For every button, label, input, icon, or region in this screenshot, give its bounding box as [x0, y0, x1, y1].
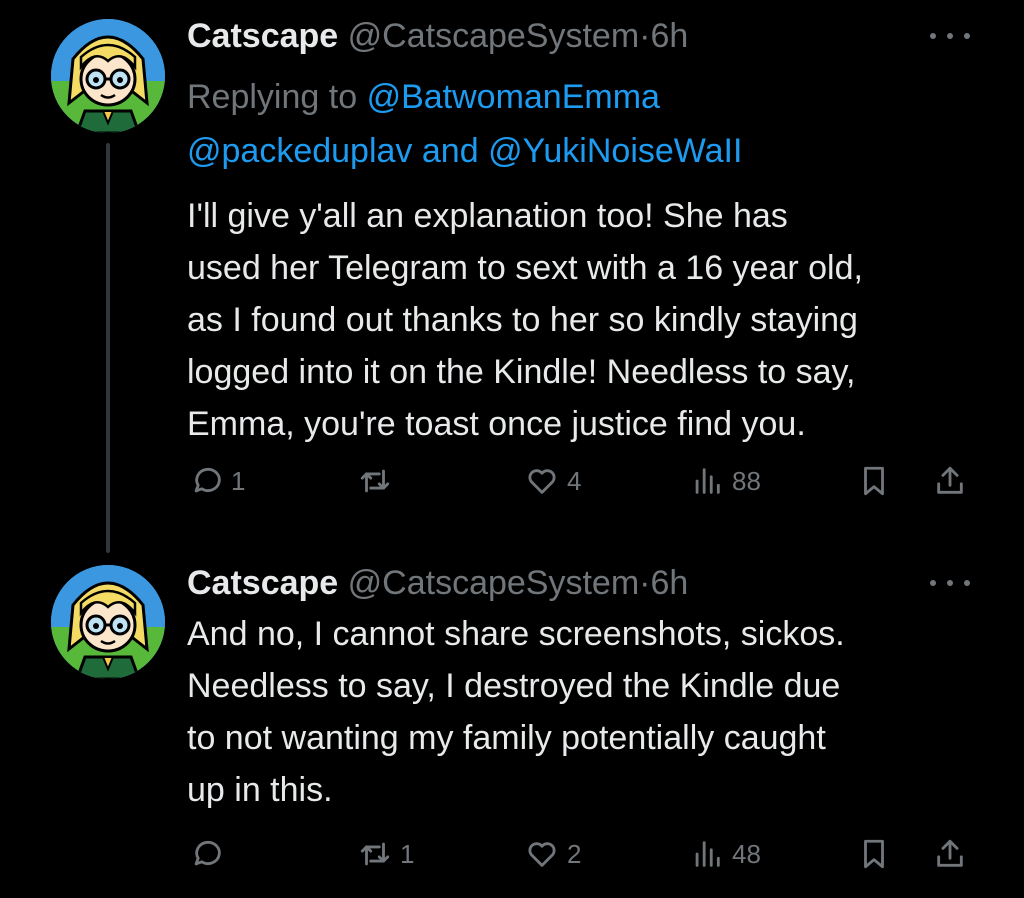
reply-count: 1	[231, 465, 246, 496]
avatar[interactable]	[51, 19, 165, 133]
post-text-line: to not wanting my family potentially cau…	[187, 719, 826, 757]
reply-icon	[194, 467, 221, 493]
repost-button[interactable]	[358, 461, 400, 501]
user-handle[interactable]: @CatscapeSystem	[348, 564, 640, 602]
more-icon	[930, 580, 936, 586]
post-actions: 1 4 88	[0, 461, 1024, 501]
views-count: 48	[732, 838, 761, 869]
mention-link[interactable]: @packeduplav	[187, 132, 412, 170]
reply-icon	[194, 840, 221, 866]
avatar[interactable]	[51, 565, 165, 679]
heart-icon	[528, 469, 556, 494]
post-text: And no, I cannot share screenshots, sick…	[187, 608, 987, 816]
replying-to: Replying to @BatwomanEmma @packeduplav a…	[187, 70, 977, 178]
like-button[interactable]: 4	[525, 461, 581, 501]
views-icon	[695, 841, 720, 867]
separator-dot: ·	[639, 564, 651, 602]
post-text-line: logged into it on the Kindle! Needless t…	[187, 353, 856, 391]
post-header: Catscape @CatscapeSystem·6h	[187, 563, 688, 603]
like-count: 4	[567, 465, 582, 496]
display-name[interactable]: Catscape	[187, 564, 338, 602]
reply-button[interactable]: 1	[189, 461, 245, 501]
replying-to-label: Replying to	[187, 78, 358, 116]
post-text-line: up in this.	[187, 771, 333, 809]
mention-and: and	[421, 132, 479, 170]
repost-count: 1	[400, 838, 415, 869]
display-name[interactable]: Catscape	[187, 17, 338, 55]
views-button[interactable]: 88	[690, 461, 761, 501]
mention-link[interactable]: @BatwomanEmma	[367, 78, 660, 116]
share-button[interactable]	[933, 834, 967, 874]
more-icon	[964, 33, 970, 39]
share-icon	[937, 466, 963, 494]
bookmark-icon	[864, 466, 884, 496]
avatar-image	[51, 565, 165, 679]
tweet-post[interactable]: Catscape @CatscapeSystem·6h Replying to …	[0, 0, 1024, 553]
bookmark-button[interactable]	[857, 834, 891, 874]
reply-button[interactable]	[189, 834, 231, 874]
mention-link[interactable]: @YukiNoiseWaII	[488, 132, 742, 170]
post-text-line: as I found out thanks to her so kindly s…	[187, 301, 858, 339]
repost-icon	[360, 842, 390, 866]
post-text-line: Needless to say, I destroyed the Kindle …	[187, 667, 841, 705]
more-icon	[947, 580, 953, 586]
views-count: 88	[732, 465, 761, 496]
user-handle[interactable]: @CatscapeSystem	[348, 17, 640, 55]
more-icon	[947, 33, 953, 39]
share-icon	[937, 839, 963, 867]
avatar-image	[51, 19, 165, 133]
like-count: 2	[567, 838, 582, 869]
post-header: Catscape @CatscapeSystem·6h	[187, 16, 688, 56]
post-text: I'll give y'all an explanation too! She …	[187, 190, 987, 450]
repost-icon	[360, 469, 390, 493]
like-button[interactable]: 2	[525, 834, 581, 874]
more-options-button[interactable]	[930, 573, 970, 593]
bookmark-button[interactable]	[857, 461, 891, 501]
repost-button[interactable]: 1	[358, 834, 414, 874]
views-button[interactable]: 48	[690, 834, 761, 874]
post-timestamp[interactable]: 6h	[651, 564, 689, 602]
bookmark-icon	[864, 839, 884, 869]
heart-icon	[528, 842, 556, 867]
more-icon	[964, 580, 970, 586]
post-text-line: And no, I cannot share screenshots, sick…	[187, 615, 845, 653]
share-button[interactable]	[933, 461, 967, 501]
post-text-line: used her Telegram to sext with a 16 year…	[187, 249, 863, 287]
separator-dot: ·	[639, 17, 651, 55]
post-timestamp[interactable]: 6h	[651, 17, 689, 55]
post-text-line: Emma, you're toast once justice find you…	[187, 405, 806, 443]
post-actions: 1 2 48	[0, 834, 1024, 874]
views-icon	[695, 468, 720, 494]
more-icon	[930, 33, 936, 39]
post-text-line: I'll give y'all an explanation too! She …	[187, 197, 788, 235]
more-options-button[interactable]	[930, 26, 970, 46]
